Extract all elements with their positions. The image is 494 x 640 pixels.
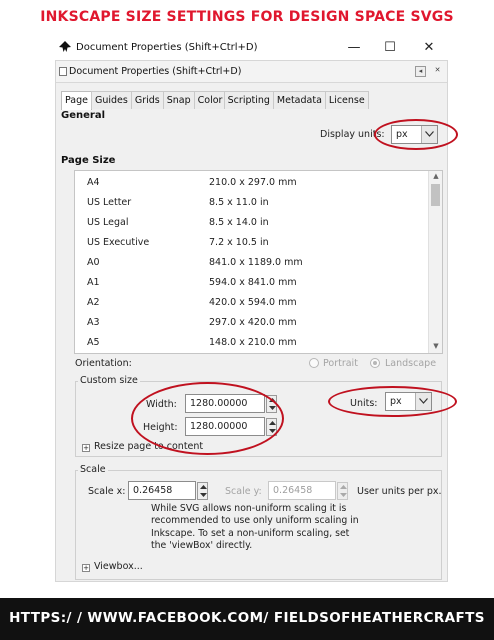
tab-scripting[interactable]: Scripting	[223, 91, 274, 109]
list-item[interactable]: US Executive 7.2 x 10.5 in	[75, 233, 427, 253]
list-scrollbar[interactable]: ▲ ▼	[428, 171, 442, 353]
tab-bar: Page Guides Grids Snap Color Scripting M…	[61, 91, 369, 110]
page-size-heading: Page Size	[61, 155, 116, 166]
expand-plus-icon[interactable]: +	[82, 444, 90, 452]
expand-plus-icon[interactable]: +	[82, 564, 90, 572]
tab-page[interactable]: Page	[61, 91, 92, 110]
maximize-button[interactable]: ☐	[380, 39, 400, 57]
landscape-label: Landscape	[385, 358, 437, 369]
minimize-button[interactable]: —	[344, 39, 364, 57]
custom-size-legend: Custom size	[78, 375, 140, 386]
window-title: Document Properties (Shift+Ctrl+D)	[76, 42, 258, 53]
list-item[interactable]: A2 420.0 x 594.0 mm	[75, 293, 427, 313]
scroll-down-icon[interactable]: ▼	[431, 342, 441, 352]
highlight-display-units	[374, 119, 458, 150]
list-item[interactable]: A4 210.0 x 297.0 mm	[75, 173, 427, 193]
page-size-dimensions: 7.2 x 10.5 in	[209, 237, 269, 248]
general-heading: General	[61, 110, 105, 121]
page-size-name: A0	[87, 257, 100, 268]
banner-title: INKSCAPE SIZE SETTINGS FOR DESIGN SPACE …	[40, 9, 454, 25]
scale-x-value: 0.26458	[133, 485, 173, 496]
list-item[interactable]: US Letter 8.5 x 11.0 in	[75, 193, 427, 213]
landscape-radio[interactable]	[370, 358, 380, 368]
scroll-thumb[interactable]	[431, 184, 440, 206]
page-size-name: A2	[87, 297, 100, 308]
highlight-units	[328, 386, 457, 417]
highlight-width-height	[131, 382, 284, 455]
portrait-radio[interactable]	[309, 358, 319, 368]
list-item[interactable]: A3 297.0 x 420.0 mm	[75, 313, 427, 333]
page-size-name: US Executive	[87, 237, 150, 248]
document-icon	[59, 67, 67, 76]
page-size-name: A4	[87, 177, 100, 188]
scale-y-input[interactable]: 0.26458	[268, 481, 348, 500]
orientation-label: Orientation:	[75, 358, 132, 369]
dock-title: Document Properties (Shift+Ctrl+D)	[69, 66, 242, 77]
viewbox-expander[interactable]: + Viewbox...	[82, 561, 143, 572]
page-size-name: A5	[87, 337, 100, 348]
close-button[interactable]: ✕	[419, 39, 439, 57]
page-size-dimensions: 594.0 x 841.0 mm	[209, 277, 297, 288]
footer-banner: HTTPS:/ / WWW.FACEBOOK.COM/ FIELDSOFHEAT…	[0, 598, 494, 640]
dock-header: Document Properties (Shift+Ctrl+D) ◂ ✕	[56, 61, 447, 83]
tab-metadata[interactable]: Metadata	[272, 91, 326, 109]
scale-y-label: Scale y:	[225, 486, 262, 497]
list-item[interactable]: A5 148.0 x 210.0 mm	[75, 333, 427, 353]
scale-y-value: 0.26458	[273, 485, 313, 496]
window-titlebar: Document Properties (Shift+Ctrl+D) — ☐ ✕	[55, 38, 448, 60]
inkscape-logo-icon	[59, 41, 71, 53]
page-size-list[interactable]: A4 210.0 x 297.0 mm US Letter 8.5 x 11.0 in…	[74, 170, 443, 354]
user-units-label: User units per px.	[357, 486, 442, 497]
scale-y-stepper[interactable]	[337, 482, 348, 500]
scroll-up-icon[interactable]: ▲	[431, 172, 441, 182]
tab-guides[interactable]: Guides	[91, 91, 132, 109]
list-item[interactable]: US Legal 8.5 x 14.0 in	[75, 213, 427, 233]
portrait-label: Portrait	[323, 358, 358, 369]
tab-snap[interactable]: Snap	[162, 91, 195, 109]
dock-iconify-button[interactable]: ◂	[415, 66, 426, 77]
page-size-dimensions: 841.0 x 1189.0 mm	[209, 257, 303, 268]
page-size-dimensions: 8.5 x 14.0 in	[209, 217, 269, 228]
page-size-name: A3	[87, 317, 100, 328]
scaling-note: While SVG allows non-uniform scaling it …	[151, 503, 359, 552]
page-size-dimensions: 297.0 x 420.0 mm	[209, 317, 297, 328]
dock-close-button[interactable]: ✕	[432, 66, 443, 77]
list-item[interactable]: A0 841.0 x 1189.0 mm	[75, 253, 427, 273]
scale-legend: Scale	[78, 464, 108, 475]
page-size-name: US Legal	[87, 217, 129, 228]
page-size-dimensions: 210.0 x 297.0 mm	[209, 177, 297, 188]
tab-color[interactable]: Color	[193, 91, 225, 109]
page-size-name: US Letter	[87, 197, 132, 208]
scale-x-input[interactable]: 0.26458	[128, 481, 208, 500]
page-size-name: A1	[87, 277, 100, 288]
footer-link[interactable]: HTTPS:/ / WWW.FACEBOOK.COM/ FIELDSOFHEAT…	[0, 610, 494, 626]
list-item[interactable]: A1 594.0 x 841.0 mm	[75, 273, 427, 293]
scale-x-stepper[interactable]	[197, 482, 208, 500]
page-size-dimensions: 8.5 x 11.0 in	[209, 197, 269, 208]
page-size-dimensions: 148.0 x 210.0 mm	[209, 337, 297, 348]
tab-grids[interactable]: Grids	[130, 91, 164, 109]
scale-x-label: Scale x:	[88, 486, 126, 497]
viewbox-label: Viewbox...	[94, 561, 143, 572]
tab-license[interactable]: License	[324, 91, 369, 109]
page-size-dimensions: 420.0 x 594.0 mm	[209, 297, 297, 308]
